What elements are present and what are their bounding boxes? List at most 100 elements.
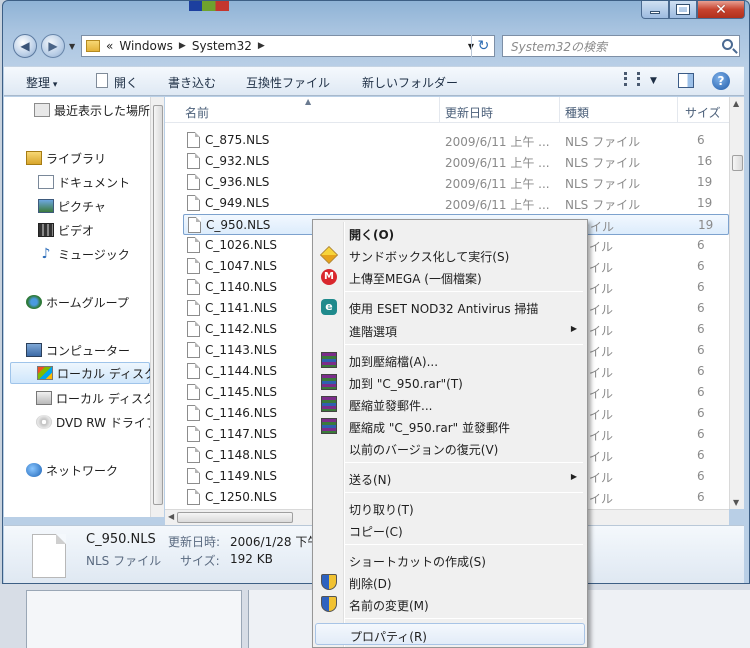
refresh-button[interactable]: ↻: [471, 35, 495, 57]
menu-item-add-to-rar[interactable]: 加到 "C_950.rar"(T): [315, 371, 585, 393]
menu-item-create-shortcut[interactable]: ショートカットの作成(S): [315, 549, 585, 571]
details-size-value: 192 KB: [230, 552, 273, 566]
column-divider[interactable]: [559, 97, 560, 123]
menu-item-delete[interactable]: 削除(D): [315, 571, 585, 593]
nav-computer[interactable]: コンピューター: [26, 339, 150, 361]
nav-item-label: ビデオ: [58, 223, 95, 238]
file-size: 6: [697, 259, 705, 273]
column-size[interactable]: サイズ: [685, 104, 721, 121]
nav-music[interactable]: ♪ ミュージック: [38, 243, 150, 265]
nav-pictures[interactable]: ピクチャ: [38, 195, 150, 217]
nav-item-label: ミュージック: [58, 247, 130, 262]
chevron-right-icon[interactable]: ▶: [179, 41, 186, 51]
navigation-scrollbar[interactable]: [150, 97, 164, 517]
open-button[interactable]: 開く: [114, 74, 138, 91]
nav-local-disk-d[interactable]: ローカル ディスク: [36, 387, 150, 409]
forward-arrow-icon: ▶: [48, 39, 58, 53]
details-modified-label: 更新日時:: [168, 535, 221, 549]
menu-separator: [345, 344, 583, 345]
nav-recent-places[interactable]: 最近表示した場所: [34, 99, 150, 121]
column-name[interactable]: 名前: [185, 104, 209, 121]
sandbox-icon: [319, 245, 339, 265]
menu-item-properties[interactable]: プロパティ(R): [315, 623, 585, 645]
scrollbar-thumb[interactable]: [153, 105, 163, 505]
menu-item-copy[interactable]: コピー(C): [315, 519, 585, 541]
file-row[interactable]: C_932.NLS 2009/6/11 上午 ... NLS ファイル 16: [183, 151, 729, 172]
menu-item-add-to-archive[interactable]: 加到壓縮檔(A)...: [315, 349, 585, 371]
view-options-dropdown-icon[interactable]: ▼: [650, 76, 657, 86]
menu-item-sandbox-run[interactable]: サンドボックス化して実行(S): [315, 244, 585, 266]
menu-item-label: 壓縮成 "C_950.rar" 並發郵件: [349, 421, 510, 435]
menu-item-label: 以前のバージョンの復元(V): [349, 443, 499, 457]
breadcrumb-overflow[interactable]: «: [106, 39, 113, 53]
file-row[interactable]: C_936.NLS 2009/6/11 上午 ... NLS ファイル 19: [183, 172, 729, 193]
file-icon: [187, 468, 200, 484]
menu-item-compress-rar-email[interactable]: 壓縮成 "C_950.rar" 並發郵件: [315, 415, 585, 437]
menu-item-upload-mega[interactable]: M 上傳至MEGA (一個檔案): [315, 266, 585, 288]
search-icon[interactable]: [722, 39, 733, 50]
recent-pages-dropdown[interactable]: ▼: [69, 42, 75, 51]
new-folder-button[interactable]: 新しいフォルダー: [362, 74, 458, 91]
nav-videos[interactable]: ビデオ: [38, 219, 150, 241]
scroll-left-icon[interactable]: ◀: [168, 512, 174, 521]
file-name: C_1250.NLS: [205, 490, 278, 504]
minimize-button[interactable]: [641, 1, 669, 19]
forward-button[interactable]: ▶: [41, 34, 65, 58]
file-icon: [187, 426, 200, 442]
file-list-vertical-scrollbar[interactable]: ▲ ▼: [729, 97, 744, 509]
breadcrumb-windows[interactable]: Windows: [119, 39, 173, 53]
file-row[interactable]: C_875.NLS 2009/6/11 上午 ... NLS ファイル 6: [183, 130, 729, 151]
file-size: 6: [697, 448, 705, 462]
compatibility-files-button[interactable]: 互換性ファイル: [246, 74, 330, 91]
file-icon: [187, 363, 200, 379]
menu-item-send-to[interactable]: 送る(N) ▶: [315, 467, 585, 489]
pictures-icon: [38, 199, 54, 213]
column-divider[interactable]: [439, 97, 440, 123]
file-name: C_1149.NLS: [205, 469, 278, 483]
nav-local-disk-c[interactable]: ローカル ディスク: [10, 362, 150, 384]
address-bar[interactable]: « Windows ▶ System32 ▶ ▼: [81, 35, 495, 57]
help-icon[interactable]: ?: [712, 72, 730, 90]
scroll-up-icon[interactable]: ▲: [733, 99, 739, 108]
preview-pane-icon[interactable]: [678, 73, 694, 88]
nav-libraries[interactable]: ライブラリ: [26, 147, 150, 169]
music-icon: ♪: [41, 246, 51, 262]
command-bar: 整理 開く 書き込む 互換性ファイル 新しいフォルダー ▼ ?: [4, 66, 744, 96]
menu-item-rename[interactable]: 名前の変更(M): [315, 593, 585, 615]
menu-item-cut[interactable]: 切り取り(T): [315, 497, 585, 519]
nav-documents[interactable]: ドキュメント: [38, 171, 150, 193]
scroll-down-icon[interactable]: ▼: [733, 498, 739, 507]
file-row[interactable]: C_949.NLS 2009/6/11 上午 ... NLS ファイル 19: [183, 193, 729, 214]
scrollbar-thumb[interactable]: [732, 155, 743, 171]
organize-button[interactable]: 整理: [26, 74, 57, 91]
search-input[interactable]: System32の検索: [502, 35, 740, 57]
close-button[interactable]: ✕: [697, 1, 745, 19]
column-type[interactable]: 種類: [565, 104, 589, 121]
scrollbar-thumb[interactable]: [177, 512, 293, 523]
search-placeholder: System32の検索: [511, 39, 608, 54]
breadcrumb-system32[interactable]: System32: [192, 39, 252, 53]
menu-item-eset-scan[interactable]: e 使用 ESET NOD32 Antivirus 掃描: [315, 296, 585, 318]
column-date[interactable]: 更新日時: [445, 104, 493, 121]
mega-icon: M: [321, 269, 337, 285]
menu-item-open[interactable]: 開く(O): [315, 222, 585, 244]
nav-dvd-drive[interactable]: DVD RW ドライブ: [36, 411, 150, 433]
menu-item-restore-previous[interactable]: 以前のバージョンの復元(V): [315, 437, 585, 459]
nav-network[interactable]: ネットワーク: [26, 459, 150, 481]
network-icon: [26, 463, 42, 477]
nav-homegroup[interactable]: ホームグループ: [26, 291, 150, 313]
menu-item-compress-email[interactable]: 壓縮並發郵件...: [315, 393, 585, 415]
chevron-right-icon[interactable]: ▶: [258, 41, 265, 51]
burn-button[interactable]: 書き込む: [168, 74, 216, 91]
back-button[interactable]: ◀: [13, 34, 37, 58]
uac-shield-icon: [321, 574, 337, 590]
maximize-button[interactable]: [669, 1, 697, 19]
winrar-icon: [321, 352, 337, 368]
file-icon: [187, 174, 200, 190]
nav-item-label: ホームグループ: [46, 295, 129, 310]
library-icon: [26, 151, 42, 165]
column-divider[interactable]: [677, 97, 678, 123]
menu-item-advanced-options[interactable]: 進階選項 ▶: [315, 319, 585, 341]
nav-item-label: ライブラリ: [46, 151, 107, 166]
change-view-icon[interactable]: [624, 72, 640, 86]
